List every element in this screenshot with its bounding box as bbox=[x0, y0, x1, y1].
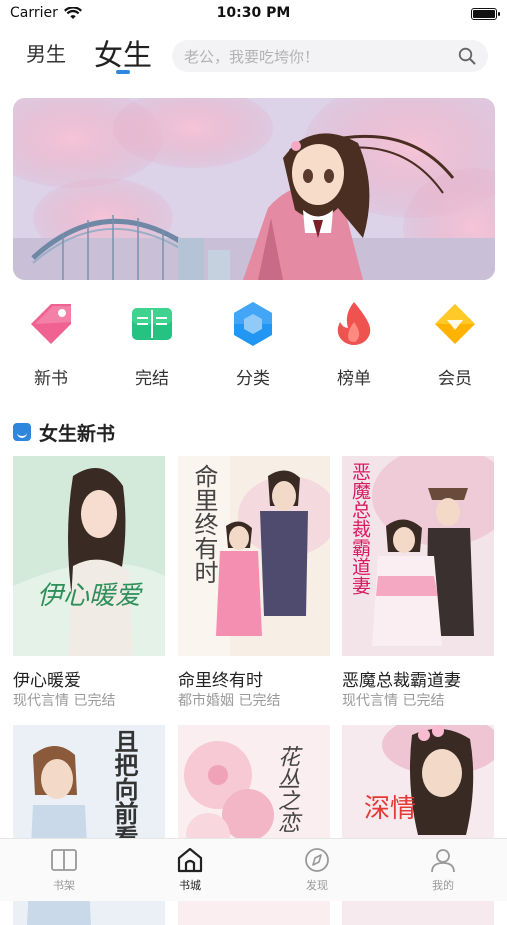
search-icon[interactable] bbox=[458, 47, 476, 65]
cover-title: 恶魔总裁霸道妻 bbox=[349, 462, 371, 595]
book-open-icon bbox=[132, 308, 172, 340]
tab-bookshelf[interactable]: 书架 bbox=[34, 847, 94, 893]
hexagon-icon bbox=[234, 302, 272, 346]
section-icon bbox=[13, 423, 31, 441]
category-label: 会员 bbox=[438, 369, 472, 389]
user-icon bbox=[431, 849, 455, 873]
section-title: 女生新书 bbox=[39, 422, 116, 445]
category-classify[interactable]: 分类 bbox=[213, 300, 293, 389]
cover-title: 命里终有时 bbox=[190, 464, 218, 584]
battery-icon bbox=[471, 8, 500, 20]
tab-female[interactable]: 女生 bbox=[94, 32, 152, 74]
header: 男生 女生 老公，我要吃垮你！ bbox=[0, 32, 507, 80]
section-header: 女生新书 bbox=[13, 418, 115, 446]
diamond-icon bbox=[435, 304, 475, 344]
search-bar[interactable]: 老公，我要吃垮你！ bbox=[172, 40, 488, 72]
category-label: 新书 bbox=[34, 369, 68, 389]
cover-title: 伊心暖爱 bbox=[37, 581, 143, 611]
book-cover[interactable]: 伊心暖爱 bbox=[13, 456, 165, 656]
category-completed[interactable]: 完结 bbox=[112, 300, 192, 389]
flame-icon bbox=[337, 302, 371, 345]
book-title: 伊心暖爱 bbox=[13, 671, 81, 691]
cover-title: 深情 bbox=[364, 794, 416, 824]
tab-label: 发现 bbox=[306, 879, 328, 892]
active-tab-indicator bbox=[116, 70, 130, 74]
book-title: 恶魔总裁霸道妻 bbox=[342, 671, 461, 691]
tag-icon bbox=[31, 304, 71, 344]
book-meta: 都市婚姻 已完结 bbox=[178, 693, 281, 709]
category-new-books[interactable]: 新书 bbox=[11, 300, 91, 389]
clock: 10:30 PM bbox=[216, 5, 291, 21]
category-ranking[interactable]: 榜单 bbox=[314, 300, 394, 389]
category-membership[interactable]: 会员 bbox=[415, 300, 495, 389]
category-label: 榜单 bbox=[337, 369, 371, 389]
category-row: 新书 完结 分类 榜单 会员 bbox=[0, 300, 507, 390]
tab-label: 我的 bbox=[432, 879, 454, 892]
tab-male[interactable]: 男生 bbox=[26, 38, 66, 67]
status-bar: Carrier 10:30 PM bbox=[0, 0, 507, 28]
banner-illustration bbox=[13, 98, 495, 280]
tab-mine[interactable]: 我的 bbox=[413, 847, 473, 893]
category-label: 分类 bbox=[236, 369, 270, 389]
tab-discover[interactable]: 发现 bbox=[287, 847, 347, 893]
banner[interactable] bbox=[13, 98, 495, 280]
search-placeholder: 老公，我要吃垮你！ bbox=[184, 48, 320, 66]
book-cover[interactable]: 恶魔总裁霸道妻 bbox=[342, 456, 494, 656]
tab-label: 书架 bbox=[53, 879, 75, 892]
category-label: 完结 bbox=[135, 369, 169, 389]
compass-icon bbox=[305, 848, 329, 872]
book-title: 命里终有时 bbox=[178, 671, 263, 691]
bookshelf-icon bbox=[51, 849, 77, 871]
bottom-tab-bar: 书架 书城 发现 我的 bbox=[0, 838, 507, 901]
book-meta: 现代言情 已完结 bbox=[342, 693, 445, 709]
cover-title: 且把向前看 bbox=[110, 729, 139, 849]
tab-label: 书城 bbox=[179, 879, 201, 892]
tab-bookstore[interactable]: 书城 bbox=[160, 847, 220, 893]
home-icon bbox=[177, 847, 203, 873]
book-meta: 现代言情 已完结 bbox=[13, 693, 116, 709]
book-cover[interactable]: 命里终有时 bbox=[178, 456, 330, 656]
